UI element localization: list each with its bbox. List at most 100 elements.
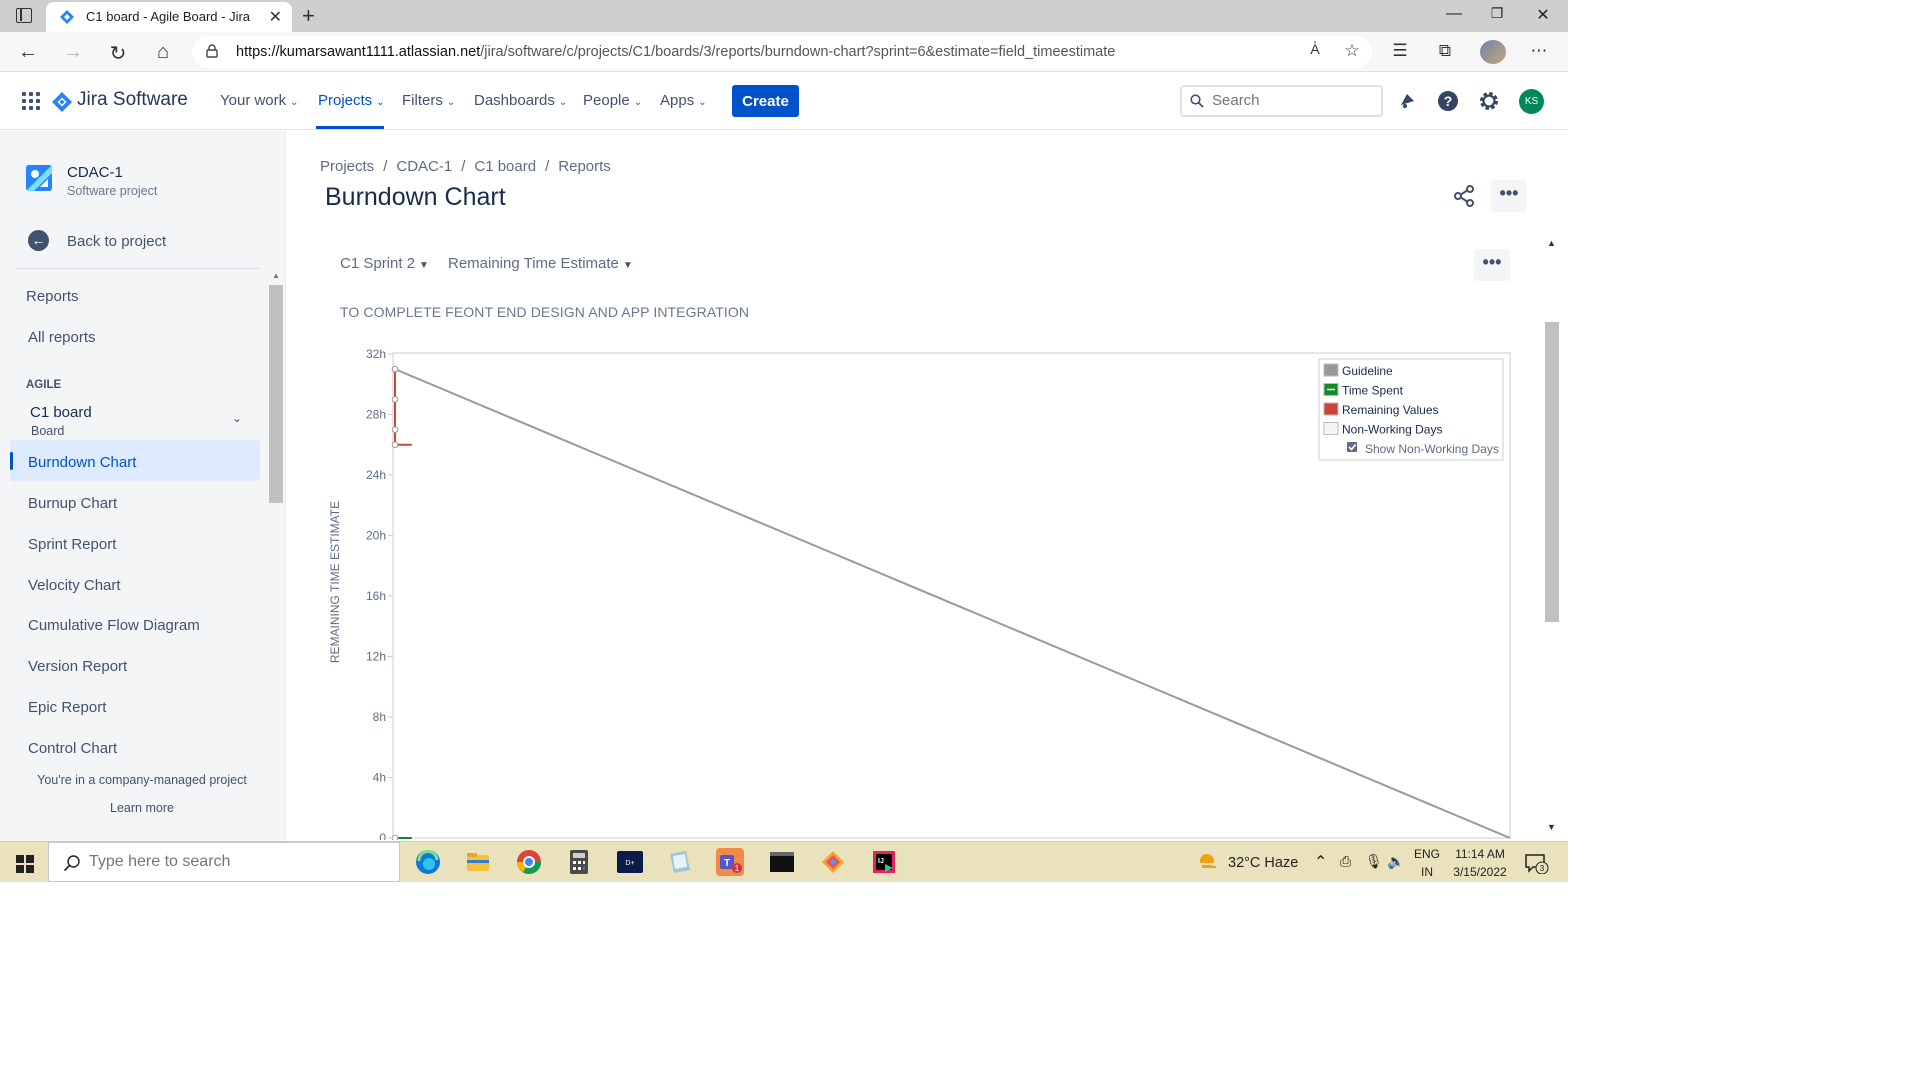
chevron-up-icon[interactable]: ⌃ xyxy=(1314,852,1327,872)
legend-label-time-spent[interactable]: Time Spent xyxy=(1342,384,1404,398)
jira-logo-icon[interactable] xyxy=(52,92,72,112)
notifications-icon[interactable] xyxy=(1396,90,1418,112)
sprint-select[interactable]: C1 Sprint 2 ▼ xyxy=(340,255,429,272)
sidebar-item-burndown-chart[interactable]: Burndown Chart xyxy=(28,454,136,471)
learn-more-link[interactable]: Learn more xyxy=(0,801,284,815)
terminal-icon[interactable] xyxy=(768,848,796,876)
breadcrumb-project[interactable]: CDAC-1 xyxy=(396,158,452,175)
breadcrumb-reports[interactable]: Reports xyxy=(558,158,611,175)
sidebar-item-cumulative-flow[interactable]: Cumulative Flow Diagram xyxy=(28,617,200,634)
browser-profile-avatar[interactable] xyxy=(1480,40,1506,64)
nav-dashboards[interactable]: Dashboards ⌄ xyxy=(474,92,567,109)
favorites-icon[interactable]: ☰ xyxy=(1388,41,1412,61)
sidebar-item-sprint-report[interactable]: Sprint Report xyxy=(28,536,116,553)
windows-start-icon[interactable] xyxy=(16,855,34,873)
nav-people[interactable]: People ⌄ xyxy=(583,92,642,109)
sidebar-item-version-report[interactable]: Version Report xyxy=(28,658,127,675)
main-scroll-thumb[interactable] xyxy=(1545,322,1559,622)
app-switcher-icon[interactable] xyxy=(22,92,40,110)
taskbar-search[interactable] xyxy=(48,842,400,882)
home-icon[interactable]: ⌂ xyxy=(151,41,175,64)
browser-menu-icon[interactable]: ⋯ xyxy=(1527,41,1551,61)
create-button[interactable]: Create xyxy=(732,85,799,117)
product-name[interactable]: Jira Software xyxy=(77,89,188,111)
teams-icon[interactable]: T1 xyxy=(716,848,744,876)
page-more-actions-button[interactable]: ••• xyxy=(1491,180,1527,212)
sidebar-item-control-chart[interactable]: Control Chart xyxy=(28,740,117,757)
sidebar-item-velocity-chart[interactable]: Velocity Chart xyxy=(28,577,121,594)
breadcrumb-board[interactable]: C1 board xyxy=(474,158,536,175)
notes-app-icon[interactable] xyxy=(666,848,694,876)
back-to-project-link[interactable]: Back to project xyxy=(67,233,166,250)
nav-projects[interactable]: Projects ⌄ xyxy=(318,92,385,109)
project-avatar-icon[interactable] xyxy=(26,165,52,191)
scroll-up-icon[interactable]: ▲ xyxy=(1547,238,1556,248)
nav-apps[interactable]: Apps ⌄ xyxy=(660,92,707,109)
help-icon[interactable]: ? xyxy=(1437,90,1459,112)
url-field[interactable]: https://kumarsawant1111.atlassian.net/ji… xyxy=(192,36,1372,68)
weather-haze-icon[interactable] xyxy=(1196,852,1220,872)
nav-your-work[interactable]: Your work ⌄ xyxy=(220,92,299,109)
data-point[interactable] xyxy=(391,396,399,403)
region-code[interactable]: IN xyxy=(1414,865,1440,879)
project-name[interactable]: CDAC-1 xyxy=(67,164,123,181)
chart-more-actions-button[interactable]: ••• xyxy=(1474,249,1510,281)
disney-plus-icon[interactable]: D+ xyxy=(616,848,644,876)
microphone-icon[interactable]: 🎙 xyxy=(1365,853,1383,870)
data-point[interactable] xyxy=(391,834,399,840)
new-tab-icon[interactable]: + xyxy=(302,3,315,29)
forward-icon[interactable]: → xyxy=(61,41,85,64)
sidebar-item-burnup-chart[interactable]: Burnup Chart xyxy=(28,495,117,512)
weather-text[interactable]: 32°C Haze xyxy=(1228,855,1298,871)
edge-browser-icon[interactable] xyxy=(414,848,442,876)
meet-now-icon[interactable]: ⎙ xyxy=(1340,853,1351,870)
lock-icon[interactable] xyxy=(206,44,218,58)
intellij-idea-icon[interactable]: IJ xyxy=(870,848,898,876)
add-favorite-icon[interactable]: ☆ xyxy=(1340,41,1364,61)
refresh-icon[interactable]: ↻ xyxy=(106,41,130,66)
tab-actions-icon[interactable] xyxy=(16,8,32,23)
legend-label-guideline[interactable]: Guideline xyxy=(1342,364,1393,378)
scroll-down-icon[interactable]: ▼ xyxy=(1547,822,1556,832)
estimate-select[interactable]: Remaining Time Estimate ▼ xyxy=(448,255,633,272)
browser-tab[interactable]: C1 board - Agile Board - Jira ✕ xyxy=(46,2,292,32)
snipping-tool-icon[interactable] xyxy=(819,848,847,876)
user-avatar[interactable]: KS xyxy=(1519,89,1544,114)
breadcrumb-projects[interactable]: Projects xyxy=(320,158,374,175)
chevron-down-icon[interactable]: ⌄ xyxy=(232,411,242,425)
chrome-icon[interactable] xyxy=(515,848,543,876)
clock-date[interactable]: 3/15/2022 xyxy=(1448,865,1512,879)
search-box[interactable] xyxy=(1180,85,1383,117)
minimize-icon[interactable]: — xyxy=(1444,5,1464,23)
tab-close-icon[interactable]: ✕ xyxy=(269,7,282,27)
settings-gear-icon[interactable] xyxy=(1478,90,1500,112)
data-point[interactable] xyxy=(391,441,399,449)
data-point[interactable] xyxy=(391,365,399,373)
board-name[interactable]: C1 board xyxy=(30,404,92,421)
show-non-working-days-label[interactable]: Show Non-Working Days xyxy=(1365,442,1499,456)
share-icon[interactable] xyxy=(1453,185,1475,207)
search-input[interactable] xyxy=(1212,92,1372,109)
legend-label-remaining-values[interactable]: Remaining Values xyxy=(1342,403,1439,417)
all-reports-link[interactable]: All reports xyxy=(28,329,96,346)
file-explorer-icon[interactable] xyxy=(464,848,492,876)
nav-filters[interactable]: Filters ⌄ xyxy=(402,92,455,109)
maximize-icon[interactable]: ❐ xyxy=(1487,5,1507,22)
sidebar-scrollbar[interactable]: ▲ xyxy=(268,271,284,766)
sidebar-item-epic-report[interactable]: Epic Report xyxy=(28,699,106,716)
data-point[interactable] xyxy=(391,426,399,433)
language-code[interactable]: ENG xyxy=(1414,847,1440,861)
collections-icon[interactable]: ⧉ xyxy=(1433,41,1457,61)
show-non-working-days-checkbox[interactable] xyxy=(1347,442,1357,452)
main-scrollbar[interactable]: ▲ ▼ xyxy=(1544,238,1560,838)
sidebar-scroll-thumb[interactable] xyxy=(269,285,283,503)
calculator-icon[interactable] xyxy=(565,848,593,876)
notification-center-icon[interactable]: 3 xyxy=(1525,854,1549,874)
legend-label-non-working-days[interactable]: Non-Working Days xyxy=(1342,423,1442,437)
close-window-icon[interactable]: ✕ xyxy=(1533,5,1553,25)
taskbar-search-input[interactable] xyxy=(89,853,389,871)
back-icon[interactable]: ← xyxy=(16,41,40,64)
arrow-left-circle-icon[interactable]: ← xyxy=(28,230,49,251)
clock-time[interactable]: 11:14 AM xyxy=(1448,847,1512,861)
scroll-up-icon[interactable]: ▲ xyxy=(272,271,280,280)
